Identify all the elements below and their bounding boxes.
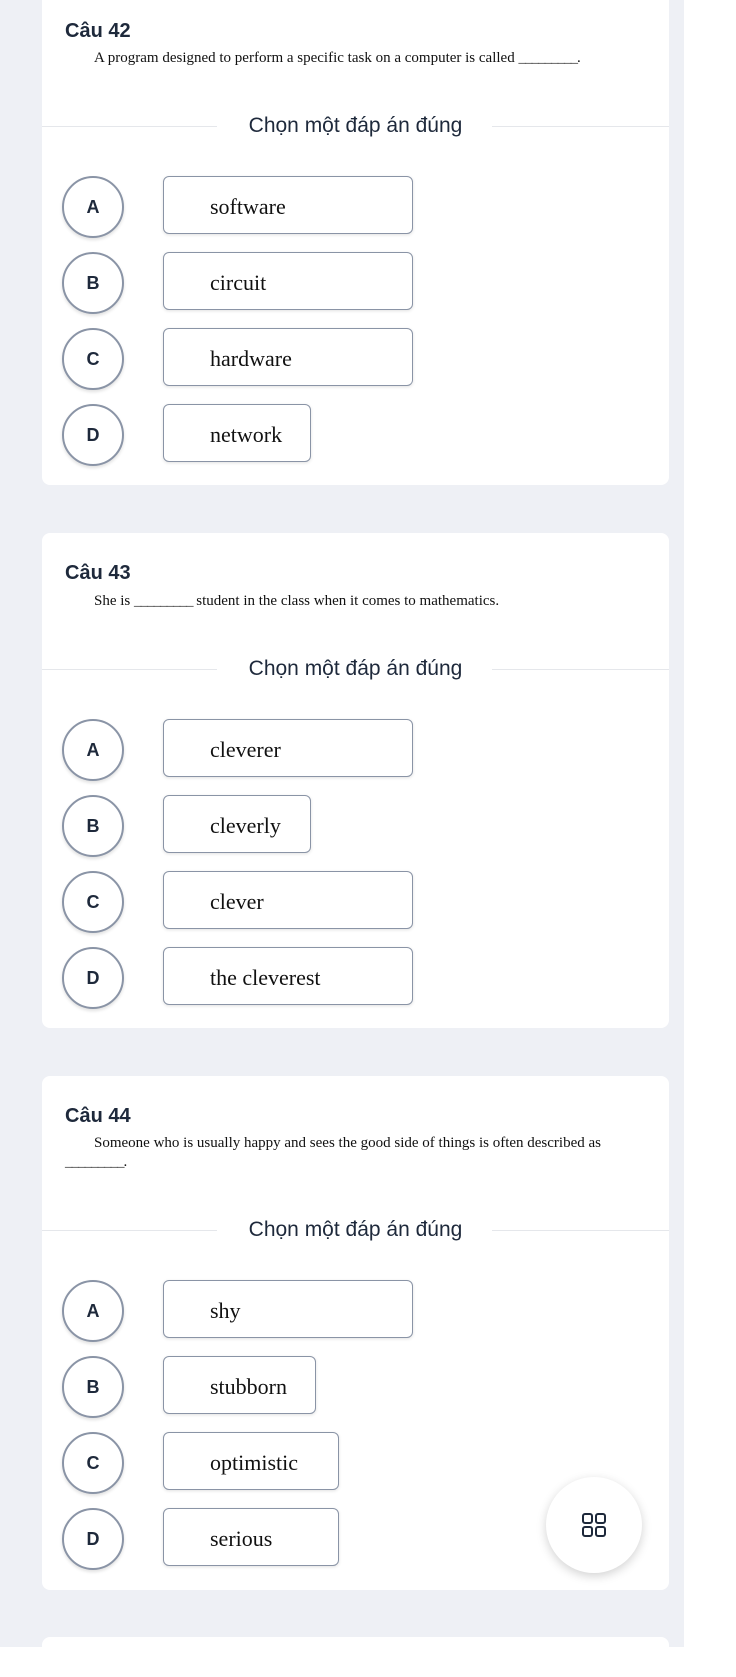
answer-blank: _________ xyxy=(518,50,577,66)
option-answer-button[interactable]: serious xyxy=(163,1508,339,1566)
option-answer-button[interactable]: shy xyxy=(163,1280,413,1338)
option-letter[interactable]: A xyxy=(62,1280,124,1342)
answer-blank: _________ xyxy=(65,1154,124,1170)
answer-blank: _________ xyxy=(134,593,193,609)
option-letter[interactable]: B xyxy=(62,795,124,857)
option-letter[interactable]: A xyxy=(62,176,124,238)
option-b[interactable]: B cleverly xyxy=(62,795,542,857)
option-b[interactable]: B circuit xyxy=(62,252,542,314)
option-letter[interactable]: A xyxy=(62,719,124,781)
option-c[interactable]: C hardware xyxy=(62,328,542,390)
option-letter[interactable]: D xyxy=(62,404,124,466)
question-card-next xyxy=(42,1637,669,1677)
question-text: A program designed to perform a specific… xyxy=(94,50,581,66)
option-letter[interactable]: D xyxy=(62,947,124,1009)
question-title: Câu 43 xyxy=(65,562,131,584)
question-title: Câu 42 xyxy=(65,20,131,42)
question-card-43: Câu 43 She is _________ student in the c… xyxy=(42,533,669,1028)
option-answer-button[interactable]: the cleverest xyxy=(163,947,413,1005)
option-a[interactable]: A cleverer xyxy=(62,719,542,781)
prompt-divider: Chọn một đáp án đúng xyxy=(42,115,669,137)
option-answer-button[interactable]: network xyxy=(163,404,311,462)
option-answer-button[interactable]: optimistic xyxy=(163,1432,339,1490)
option-letter[interactable]: C xyxy=(62,328,124,390)
option-answer-button[interactable]: circuit xyxy=(163,252,413,310)
grid-icon xyxy=(582,1513,606,1537)
option-a[interactable]: A software xyxy=(62,176,542,238)
option-d[interactable]: D network xyxy=(62,404,542,466)
option-answer-button[interactable]: stubborn xyxy=(163,1356,316,1414)
option-answer-button[interactable]: cleverly xyxy=(163,795,311,853)
option-answer-button[interactable]: clever xyxy=(163,871,413,929)
question-grid-button[interactable] xyxy=(546,1477,642,1573)
option-letter[interactable]: B xyxy=(62,1356,124,1418)
question-text: Someone who is usually happy and sees th… xyxy=(65,1135,601,1170)
question-text: She is _________ student in the class wh… xyxy=(94,593,500,609)
option-letter[interactable]: C xyxy=(62,871,124,933)
option-d[interactable]: D serious xyxy=(62,1508,542,1570)
option-answer-button[interactable]: software xyxy=(163,176,413,234)
option-d[interactable]: D the cleverest xyxy=(62,947,542,1009)
option-letter[interactable]: D xyxy=(62,1508,124,1570)
prompt-divider: Chọn một đáp án đúng xyxy=(42,1219,669,1241)
option-c[interactable]: C optimistic xyxy=(62,1432,542,1494)
question-title: Câu 44 xyxy=(65,1105,131,1127)
option-answer-button[interactable]: cleverer xyxy=(163,719,413,777)
option-b[interactable]: B stubborn xyxy=(62,1356,542,1418)
option-a[interactable]: A shy xyxy=(62,1280,542,1342)
option-letter[interactable]: C xyxy=(62,1432,124,1494)
option-c[interactable]: C clever xyxy=(62,871,542,933)
prompt-divider: Chọn một đáp án đúng xyxy=(42,658,669,680)
question-card-42: Câu 42 A program designed to perform a s… xyxy=(42,0,669,485)
option-answer-button[interactable]: hardware xyxy=(163,328,413,386)
option-letter[interactable]: B xyxy=(62,252,124,314)
